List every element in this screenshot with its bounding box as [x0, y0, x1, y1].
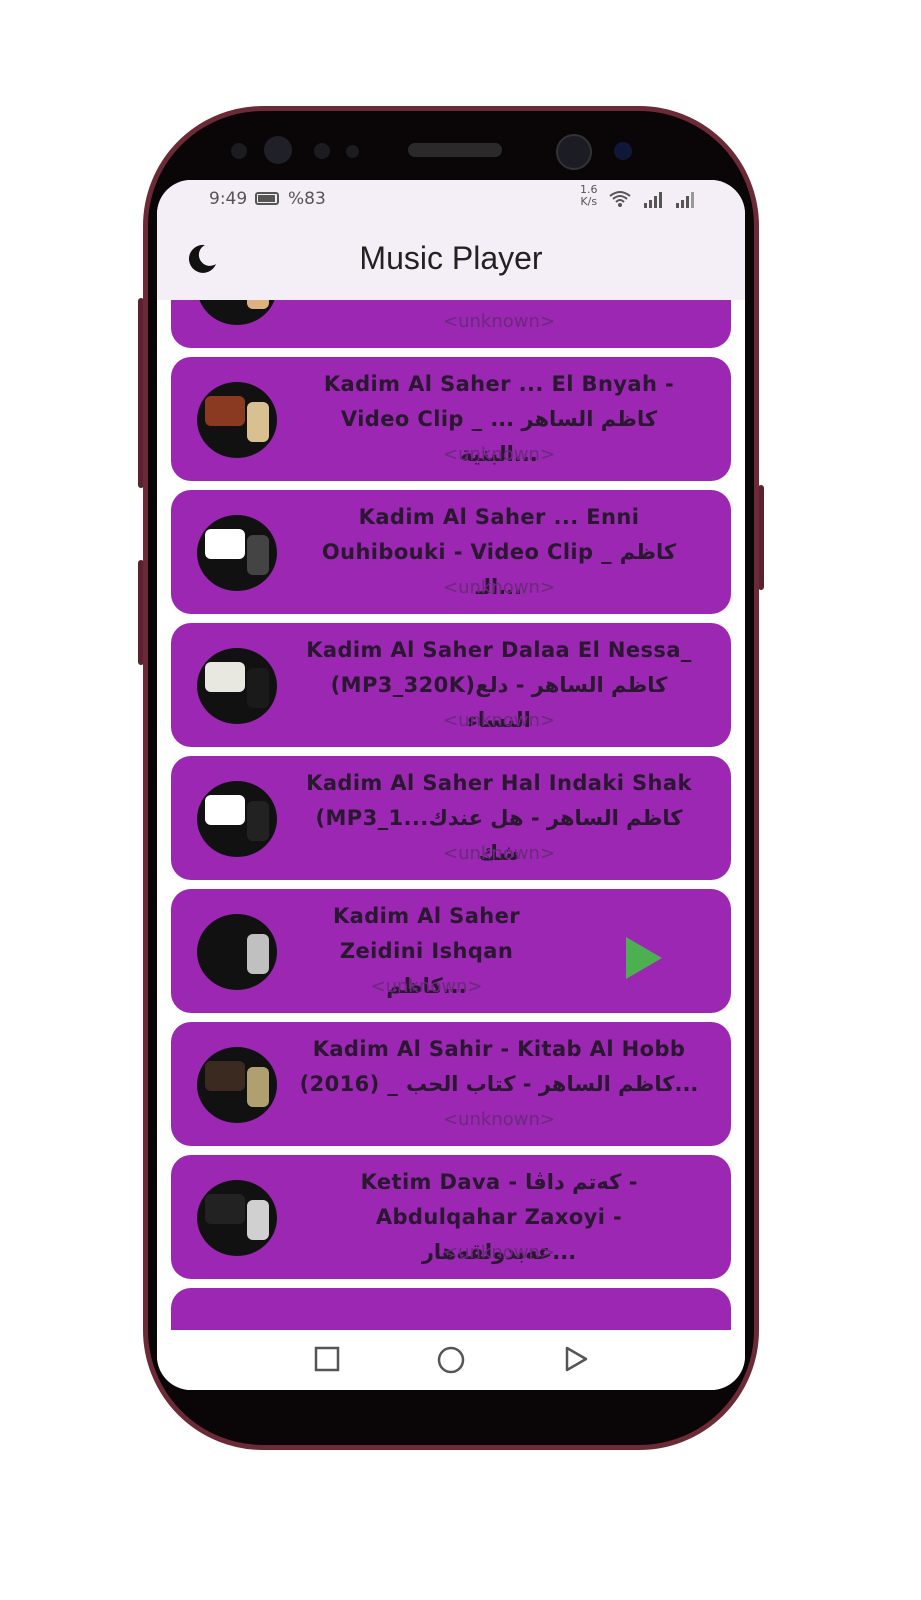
song-card-playing[interactable]: Kadim Al Saher Zeidini Ishqan كاظم... <u…: [171, 889, 731, 1013]
phone-screen: 9:49 %83 1.6 K/s Music Player <unknown> …: [157, 180, 745, 1390]
album-art-shape: [205, 795, 245, 825]
album-art-shape: [205, 928, 245, 958]
sensor-icon: [231, 143, 247, 159]
iris-sensor-icon: [614, 142, 632, 160]
song-card[interactable]: Kadim Al Sahir - Kitab Al Hobb (2016) _ …: [171, 1022, 731, 1146]
battery-icon: [255, 192, 279, 205]
song-artist: <unknown>: [443, 577, 555, 598]
album-art-shape: [247, 1200, 269, 1240]
song-list[interactable]: <unknown> Kadim Al Saher ... El Bnyah - …: [157, 300, 745, 1330]
song-card[interactable]: Kadim Al Saher Hal Indaki Shak (MP3_1...…: [171, 756, 731, 880]
album-art: [197, 300, 277, 325]
play-icon[interactable]: [626, 937, 662, 979]
album-art-shape: [205, 1061, 245, 1091]
sensor-icon: [346, 145, 359, 158]
album-art-shape: [247, 934, 269, 974]
album-art-shape: [247, 1067, 269, 1107]
song-artist: <unknown>: [370, 976, 483, 997]
triangle-icon[interactable]: [563, 1346, 589, 1372]
circle-icon[interactable]: [437, 1346, 465, 1374]
album-art: [197, 1047, 277, 1123]
album-art-shape: [205, 529, 245, 559]
camera-lens-icon: [556, 134, 592, 170]
status-time: 9:49: [209, 189, 248, 209]
status-bar: 9:49 %83 1.6 K/s: [157, 180, 745, 222]
album-art: [197, 781, 277, 857]
album-art-shape: [247, 668, 269, 708]
album-art-shape: [247, 300, 269, 309]
album-art: [197, 648, 277, 724]
app-bar: Music Player: [157, 222, 745, 300]
earpiece-speaker: [408, 143, 502, 157]
page-title: Music Player: [359, 240, 543, 276]
signal-icon: [644, 192, 662, 208]
song-artist: <unknown>: [443, 1242, 555, 1263]
album-art-shape: [247, 402, 269, 442]
album-art: [197, 515, 277, 591]
song-artist: <unknown>: [443, 710, 555, 731]
sensor-icon: [314, 143, 330, 159]
song-artist: <unknown>: [443, 843, 555, 864]
album-art: [197, 914, 277, 990]
album-art: [197, 382, 277, 458]
song-card[interactable]: Kadim Al Saher ... El Bnyah - Video Clip…: [171, 357, 731, 481]
signal-icon: [676, 192, 694, 208]
song-card[interactable]: Kadim Al Saher ... Enni Ouhibouki - Vide…: [171, 490, 731, 614]
square-icon[interactable]: [314, 1346, 340, 1372]
album-art-shape: [247, 535, 269, 575]
album-art: [197, 1180, 277, 1256]
album-art-shape: [205, 1194, 245, 1224]
wifi-icon: [609, 191, 631, 207]
song-artist: <unknown>: [443, 1109, 555, 1130]
front-camera-icon: [264, 136, 292, 164]
song-card[interactable]: Kadim Al Saher Dalaa El Nessa_ (MP3_320K…: [171, 623, 731, 747]
song-artist: <unknown>: [443, 311, 555, 332]
album-art-shape: [247, 801, 269, 841]
song-card[interactable]: <unknown>: [171, 300, 731, 348]
song-artist: <unknown>: [443, 444, 555, 465]
song-card[interactable]: [171, 1288, 731, 1330]
battery-percent: %83: [288, 189, 326, 209]
navigation-bar: [157, 1330, 745, 1390]
song-title: Kadim Al Sahir - Kitab Al Hobb (2016) _ …: [299, 1037, 699, 1096]
album-art-shape: [205, 396, 245, 426]
album-art-shape: [205, 662, 245, 692]
network-speed-unit: K/s: [580, 195, 598, 208]
network-speed: 1.6 K/s: [580, 184, 598, 208]
song-card[interactable]: Ketim Dava - كەتم داڤا - Abdulqahar Zaxo…: [171, 1155, 731, 1279]
